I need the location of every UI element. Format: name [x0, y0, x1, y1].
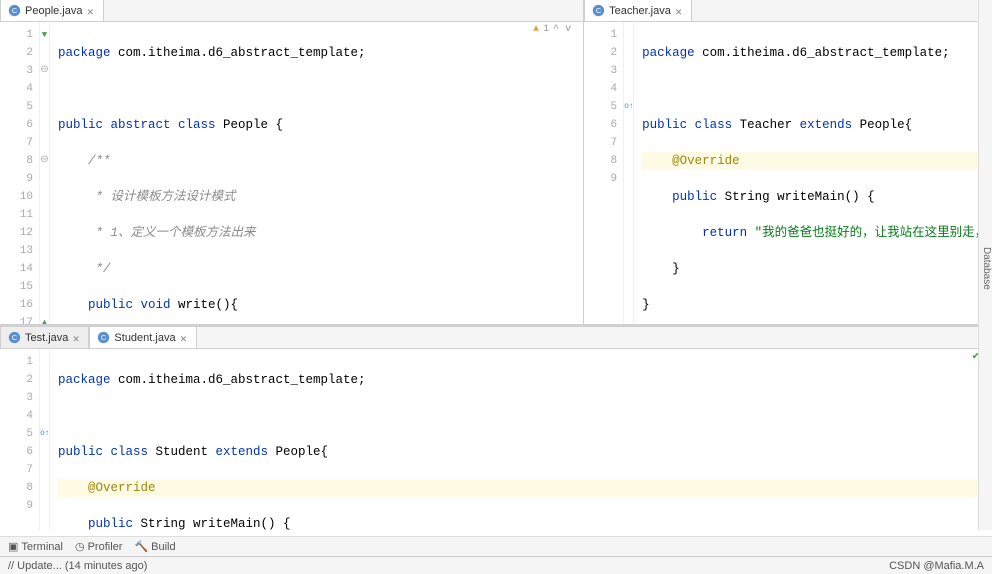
status-watermark: CSDN @Mafia.M.A — [889, 560, 984, 572]
gutter: 123456789 — [0, 349, 40, 530]
editor-bottom[interactable]: 123456789 o↑ package com.itheima.d6_abst… — [0, 349, 992, 530]
svg-text:C: C — [11, 6, 16, 15]
gutter-icons: o↑ — [624, 22, 634, 324]
gutter: 1234567891011121314151617 — [0, 22, 40, 324]
tab-test[interactable]: C Test.java ✕ — [0, 326, 89, 348]
left-tabs: C People.java ✕ — [0, 0, 583, 22]
code-bottom[interactable]: package com.itheima.d6_abstract_template… — [50, 349, 992, 530]
close-icon[interactable]: ✕ — [72, 334, 80, 342]
gutter-icons: ▼⊖⊖▲ — [40, 22, 50, 324]
bottom-toolbar: ▣ Terminal ◷ Profiler 🔨 Build — [0, 536, 992, 556]
status-update: // Update... (14 minutes ago) — [8, 560, 147, 572]
java-class-icon: C — [96, 331, 110, 345]
status-bar: // Update... (14 minutes ago) CSDN @Mafi… — [0, 556, 992, 574]
tab-label: Student.java — [114, 332, 175, 344]
editor-right[interactable]: 123456789 o↑ package com.itheima.d6_abst… — [584, 22, 992, 324]
tab-student[interactable]: C Student.java ✕ — [89, 326, 196, 348]
build-button[interactable]: 🔨 Build — [134, 540, 175, 553]
tab-teacher[interactable]: C Teacher.java ✕ — [584, 0, 692, 21]
close-icon[interactable]: ✕ — [675, 7, 683, 15]
terminal-button[interactable]: ▣ Terminal — [8, 540, 63, 553]
tab-people[interactable]: C People.java ✕ — [0, 0, 104, 21]
sidebar-database[interactable]: Database — [978, 0, 992, 530]
editor-left[interactable]: 1234567891011121314151617 ▼⊖⊖▲ package c… — [0, 22, 583, 324]
code-right[interactable]: package com.itheima.d6_abstract_template… — [634, 22, 992, 324]
bottom-tabs: C Test.java ✕ C Student.java ✕ — [0, 327, 992, 349]
profiler-button[interactable]: ◷ Profiler — [75, 540, 122, 553]
java-class-icon: C — [591, 4, 605, 18]
svg-text:C: C — [595, 6, 600, 15]
tab-label: People.java — [25, 5, 83, 17]
svg-text:C: C — [101, 333, 106, 342]
tab-label: Teacher.java — [609, 5, 671, 17]
right-tabs: C Teacher.java ✕ — [584, 0, 992, 22]
java-class-icon: C — [7, 4, 21, 18]
svg-text:C: C — [11, 333, 16, 342]
java-class-icon: C — [7, 331, 21, 345]
inspection-badge[interactable]: ▲1 ^ v — [533, 24, 571, 35]
gutter: 123456789 — [584, 22, 624, 324]
close-icon[interactable]: ✕ — [87, 7, 95, 15]
close-icon[interactable]: ✕ — [180, 334, 188, 342]
tab-label: Test.java — [25, 332, 68, 344]
gutter-icons: o↑ — [40, 349, 50, 530]
code-left[interactable]: package com.itheima.d6_abstract_template… — [50, 22, 583, 324]
